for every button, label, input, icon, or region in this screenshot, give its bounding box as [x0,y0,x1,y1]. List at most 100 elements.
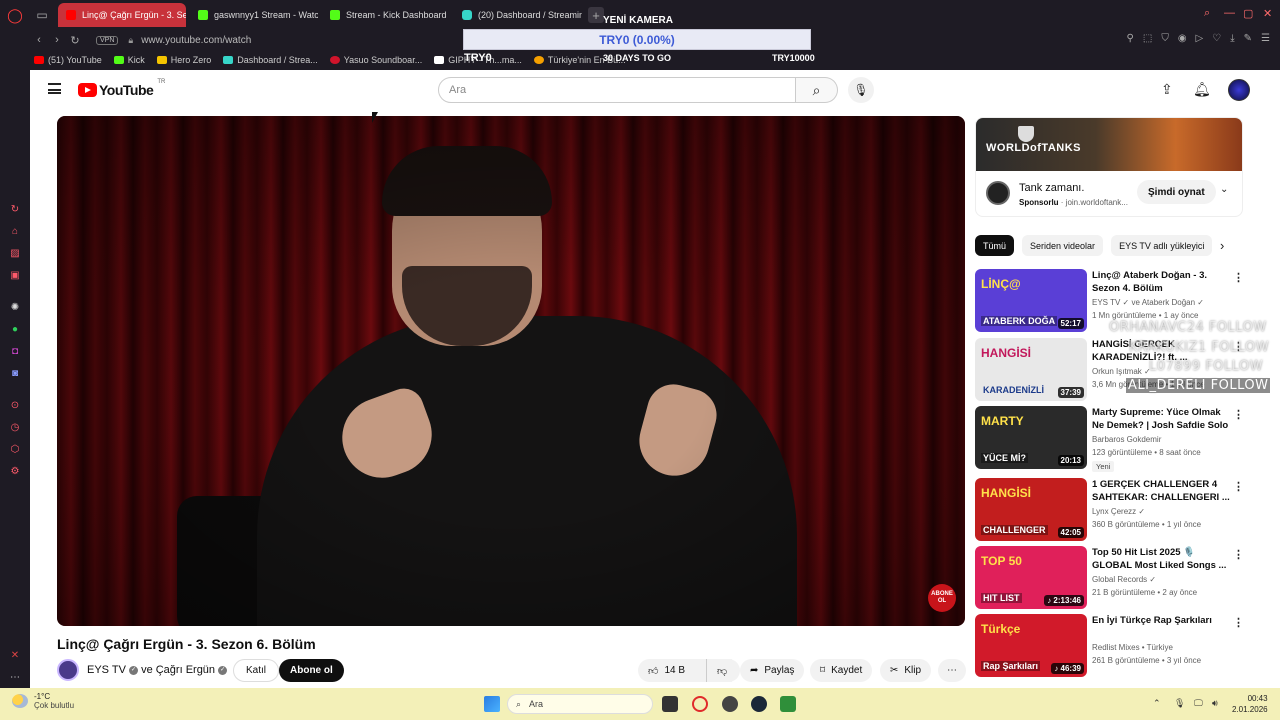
more-vertical-icon[interactable]: ⋮ [1233,408,1244,421]
video-player[interactable]: ABONE OL [57,116,965,626]
camera-icon[interactable]: ◉ [1178,33,1187,44]
recommendation-channel[interactable]: Global Records ✓ [1092,575,1156,584]
share-button[interactable]: ➦ Paylaş [740,659,805,682]
flow-icon[interactable]: ⌂ [9,226,21,238]
collab-label[interactable]: ve Çağrı Ergün [141,664,215,676]
opera-taskbar-icon[interactable] [692,696,708,712]
recommendation-title[interactable]: En İyi Türkçe Rap Şarkıları [1092,614,1232,627]
recommendation-title[interactable]: Top 50 Hit List 2025 🎙️ GLOBAL Most Like… [1092,546,1232,572]
chip-series[interactable]: Seriden videolar [1022,235,1104,256]
clip-button[interactable]: ✂ Klip [880,659,932,682]
bookmark-item[interactable]: Kick [113,55,145,65]
reload-icon[interactable]: ↻ [66,34,84,47]
recommendation-item[interactable]: MARTY YÜCE Mİ? 20:13 Marty Supreme: Yüce Ol… [975,406,1244,472]
vpn-badge[interactable]: VPN [96,35,119,45]
steam-icon[interactable] [751,696,767,712]
play-icon[interactable]: ▷ [1196,33,1204,44]
more-vertical-icon[interactable]: ⋮ [1233,480,1244,493]
recommendation-title[interactable]: Linç@ Ataberk Doğan - 3. Sezon 4. Bölüm [1092,269,1232,295]
instagram-icon[interactable]: ◘ [9,346,21,358]
channel-avatar[interactable] [57,659,79,681]
whatsapp-icon[interactable]: ● [9,324,21,336]
play-now-button[interactable]: Şimdi oynat [1137,180,1216,204]
pin-icon[interactable]: ⚲ [1127,33,1134,44]
recommendation-title[interactable]: Marty Supreme: Yüce Olmak Ne Demek? | Jo… [1092,406,1232,433]
forward-icon[interactable]: › [48,34,66,46]
history-icon[interactable]: ◷ [9,422,21,434]
close-icon[interactable]: ✕ [1263,7,1272,20]
chip-uploader[interactable]: EYS TV adlı yükleyici [1111,235,1213,256]
recommendation-channel[interactable]: EYS TV ✓ ve Ataberk Doğan ✓ [1092,298,1204,307]
chevron-right-icon[interactable]: › [1220,238,1224,253]
tab-streamlabs-dashboard[interactable]: (20) Dashboard / Streamin [454,3,582,27]
search-tabs-icon[interactable]: ⌕ [1204,7,1210,20]
account-avatar[interactable] [1228,79,1250,101]
video-thumbnail[interactable]: HANGİSİ CHALLENGER 42:05 [975,478,1087,541]
pinboard-icon[interactable]: ▨ [9,248,21,260]
subscribe-button[interactable]: Abone ol [279,659,344,682]
network-icon[interactable]: 🖵︎ [1194,698,1203,709]
menu-icon[interactable]: ☰ [1261,33,1270,44]
video-thumbnail[interactable]: MARTY YÜCE Mİ? 20:13 [975,406,1087,469]
shield-icon[interactable]: ⛉ [1161,33,1169,44]
bookmark-item[interactable]: Yasuo Soundboar... [329,55,422,65]
settings-icon[interactable]: ⚙ [9,466,21,478]
tab-youtube[interactable]: Linç@ Çağrı Ergün - 3. Se [58,3,186,27]
new-tab-button[interactable]: + [588,7,604,23]
more-actions-button[interactable]: ⋯ [938,659,966,682]
recommendation-channel[interactable]: Redlist Mixes • Türkiye [1092,643,1173,652]
more-vertical-icon[interactable]: ⋮ [1233,616,1244,629]
recommendation-channel[interactable]: Barbaros Gokdemir [1092,435,1161,444]
volume-icon[interactable]: 🔊︎ [1212,698,1218,709]
recommendation-item[interactable]: TOP 50 HIT LIST ♪ 2:13:46 Top 50 Hit List 2… [975,546,1244,610]
more-vertical-icon[interactable]: ⋮ [1233,548,1244,561]
channel-name[interactable]: EYS TV ✓ ve Çağrı Ergün ✓ [87,664,228,676]
task-view-icon[interactable] [662,696,678,712]
maximize-icon[interactable]: ▢ [1243,7,1253,20]
download-icon[interactable]: ⤓ [1230,33,1234,44]
search-input[interactable]: Ara [438,77,796,103]
start-icon[interactable] [484,696,500,712]
back-icon[interactable]: ‹ [30,34,48,46]
video-thumbnail[interactable]: TOP 50 HIT LIST ♪ 2:13:46 [975,546,1087,609]
ai-icon[interactable]: ✎ [1244,33,1252,44]
url-field[interactable]: www.youtube.com/watch [141,35,251,46]
notifications-bell-icon[interactable]: 🔔︎ [1193,81,1211,98]
lock-icon[interactable]: 🔒︎ [128,35,133,46]
app-icon[interactable] [722,696,738,712]
join-button[interactable]: Katıl [233,659,280,682]
spreadsheet-icon[interactable] [780,696,796,712]
video-thumbnail[interactable]: Türkçe Rap Şarkıları ♪ 46:39 [975,614,1087,677]
sponsored-ad-card[interactable]: WORLDofTANKS Tank zamanı. Sponsorlu · jo… [975,117,1243,217]
bookmark-item[interactable]: Hero Zero [156,55,211,65]
search-button[interactable]: ⌕ [796,77,838,103]
snapshot-icon[interactable]: ⬚ [1143,33,1152,44]
recommendation-title[interactable]: 1 GERÇEK CHALLENGER 4 SAHTEKAR: CHALLENG… [1092,478,1232,504]
discord-icon[interactable]: ◙ [9,368,21,380]
tab-kick-stream[interactable]: gaswnnyy1 Stream - Watc [190,3,318,27]
ad-banner[interactable]: WORLDofTANKS [976,118,1242,171]
heart-icon[interactable]: ♡ [1212,33,1221,44]
extensions-icon[interactable]: ⬡ [9,444,21,456]
player-icon[interactable]: ⊙ [9,400,21,412]
aria-icon[interactable]: ↻ [9,204,21,216]
voice-search-button[interactable]: 🎙︎ [848,77,874,103]
chip-all[interactable]: Tümü [975,235,1015,256]
recommendation-channel[interactable]: Orkun Işıtmak ✓ [1092,367,1151,376]
minimize-icon[interactable]: — [1224,7,1235,19]
channel-label[interactable]: EYS TV [87,664,126,676]
bookmark-item[interactable]: Dashboard / Strea... [223,55,318,65]
more-vertical-icon[interactable]: ⋮ [1233,271,1244,284]
hamburger-menu-icon[interactable] [48,83,61,94]
recommendation-item[interactable]: Türkçe Rap Şarkıları ♪ 46:39 En İyi Türkçe … [975,614,1244,678]
workspace-icon[interactable]: ▭ [30,8,54,22]
system-clock[interactable]: 00:43 2.01.2026 [1232,693,1268,715]
tab-kick-dashboard[interactable]: Stream - Kick Dashboard [322,3,450,27]
video-thumbnail[interactable]: LİNÇ@ ATABERK DOĞA 52:17 [975,269,1087,332]
chatgpt-icon[interactable]: ✺ [9,302,21,314]
chevron-down-icon[interactable]: ⌄ [1220,184,1228,195]
recommendation-channel[interactable]: Lynx Çerezz ✓ [1092,507,1145,516]
youtube-logo[interactable]: YouTube TR [78,79,165,98]
tray-chevron-icon[interactable]: ⌃ [1153,698,1161,709]
opera-logo-icon[interactable]: ◯ [0,0,30,30]
